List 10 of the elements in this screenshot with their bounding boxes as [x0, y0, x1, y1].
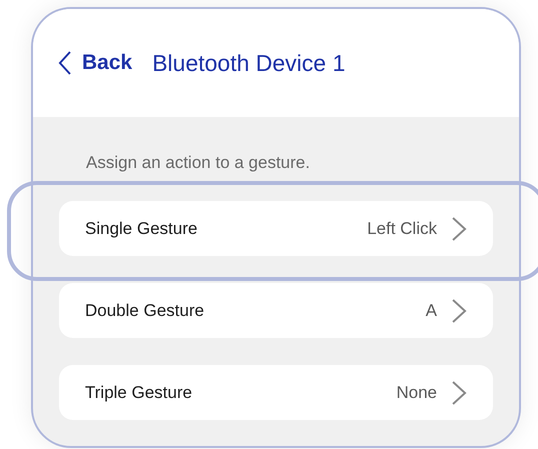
- gesture-row[interactable]: Single Gesture Left Click: [59, 201, 493, 256]
- gesture-row[interactable]: Double Gesture A: [59, 283, 493, 338]
- hint-text: Assign an action to a gesture.: [86, 153, 310, 172]
- page-title: Bluetooth Device 1: [152, 48, 346, 78]
- chevron-right-icon: [451, 216, 467, 242]
- back-button[interactable]: Back: [58, 47, 132, 79]
- chevron-right-icon: [451, 380, 467, 406]
- chevron-right-icon: [451, 298, 467, 324]
- gesture-row[interactable]: Triple Gesture None: [59, 365, 493, 420]
- back-chevron-icon: [58, 50, 72, 76]
